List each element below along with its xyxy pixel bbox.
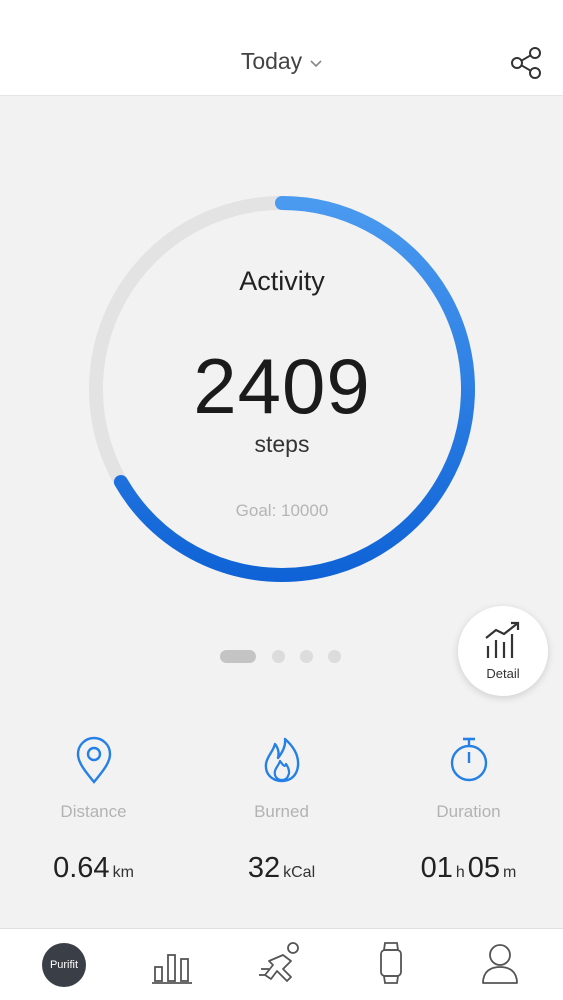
- page-dot-4[interactable]: [328, 650, 341, 663]
- stat-burned[interactable]: Burned 32 kCal: [188, 736, 375, 885]
- step-goal: Goal: 10000: [235, 501, 329, 520]
- location-pin-icon: [76, 736, 111, 784]
- main-content: Activity 2409 steps Goal: 10000 Detail D…: [0, 96, 563, 928]
- period-label: Today: [240, 48, 303, 74]
- stat-duration-minutes: 05: [467, 852, 501, 884]
- share-icon[interactable]: [508, 45, 544, 81]
- stat-burned-value-row: 32 kCal: [188, 852, 375, 885]
- tab-sport[interactable]: [251, 941, 311, 987]
- activity-title: Activity: [239, 266, 325, 296]
- step-count: 2409: [193, 342, 371, 430]
- brand-label: Purifit: [49, 959, 79, 971]
- tab-device[interactable]: [361, 941, 421, 987]
- step-unit: steps: [254, 431, 310, 457]
- tab-statistics[interactable]: [142, 941, 202, 987]
- flame-icon: [264, 737, 299, 783]
- period-selector[interactable]: Today: [0, 48, 563, 75]
- detail-label: Detail: [486, 666, 520, 681]
- profile-icon: [482, 944, 518, 984]
- page-dot-1[interactable]: [220, 650, 256, 663]
- activity-summary: Activity 2409 steps Goal: 10000: [86, 193, 478, 585]
- bottom-tab-bar: Purifit: [0, 928, 563, 1000]
- watch-icon: [380, 942, 402, 984]
- stopwatch-icon: [450, 737, 487, 782]
- stat-duration[interactable]: Duration 01 h 05 m: [375, 736, 562, 885]
- page-dot-3[interactable]: [300, 650, 313, 663]
- page-indicator: [220, 649, 350, 663]
- stat-duration-label: Duration: [436, 802, 501, 821]
- stat-duration-value-row: 01 h 05 m: [375, 852, 562, 885]
- trend-chart-icon: [485, 621, 520, 658]
- tab-profile[interactable]: [470, 941, 530, 987]
- top-header: Today: [0, 0, 563, 96]
- stat-distance-unit: km: [112, 864, 134, 881]
- stat-distance-label: Distance: [60, 802, 127, 821]
- chevron-down-icon: [310, 47, 322, 74]
- running-icon: [259, 942, 299, 982]
- stat-distance[interactable]: Distance 0.64 km: [0, 736, 187, 885]
- detail-button[interactable]: Detail: [458, 606, 548, 696]
- stat-distance-value: 0.64: [53, 852, 110, 884]
- tab-home[interactable]: Purifit: [42, 943, 86, 987]
- stat-distance-value-row: 0.64 km: [0, 852, 187, 885]
- stat-duration-hours-unit: h: [455, 864, 465, 881]
- stat-burned-unit: kCal: [283, 864, 316, 881]
- stat-burned-label: Burned: [254, 802, 309, 821]
- stat-burned-value: 32: [247, 852, 281, 884]
- bar-chart-icon: [152, 954, 192, 984]
- stat-duration-hours: 01: [420, 852, 453, 884]
- stat-duration-minutes-unit: m: [503, 864, 517, 881]
- page-dot-2[interactable]: [272, 650, 285, 663]
